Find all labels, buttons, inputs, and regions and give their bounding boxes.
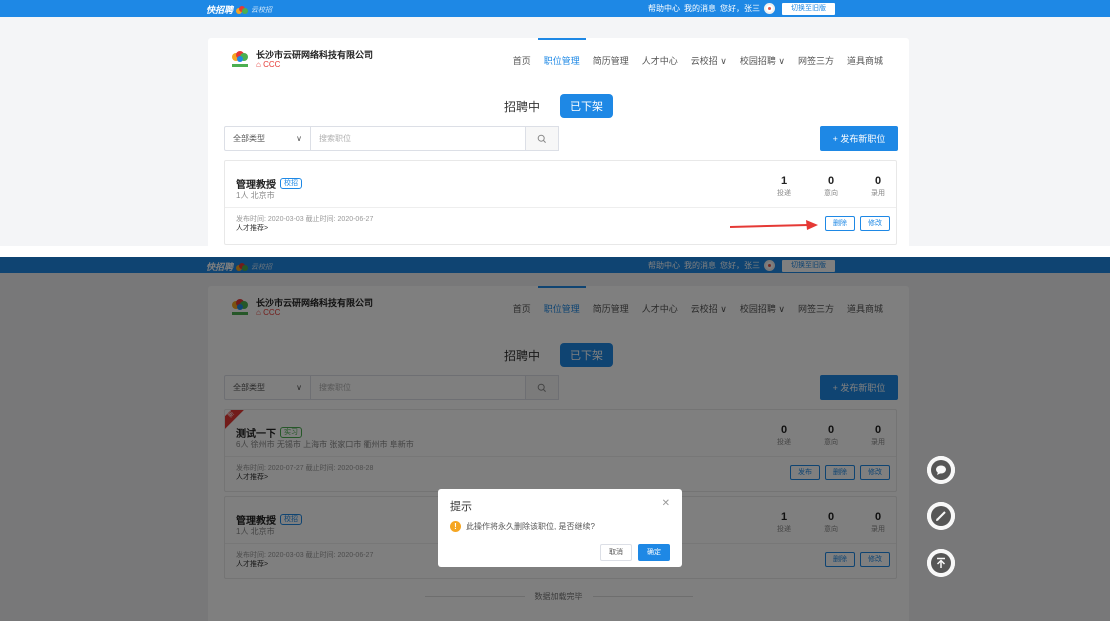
messages-link[interactable]: 我的消息 xyxy=(684,3,716,14)
dialog-message: 此操作将永久删除该职位, 是否继续? xyxy=(466,522,595,531)
job-tag: 校招 xyxy=(280,178,302,189)
nav-online-sign[interactable]: 网签三方 xyxy=(798,54,834,67)
search-icon xyxy=(537,134,546,143)
chat-float-button[interactable] xyxy=(927,456,955,484)
close-icon[interactable]: ✕ xyxy=(662,498,670,509)
stat-intent[interactable]: 0 意向 xyxy=(820,175,842,198)
dialog-title: 提示 xyxy=(450,501,472,513)
stat-label: 录用 xyxy=(871,190,885,197)
screenshot-top: 快招聘 云校招 帮助中心 我的消息 您好，张三 切换至旧版 长沙市云研网络科技有… xyxy=(0,0,1110,246)
screenshot-bottom: 快招聘 云校招 帮助中心 我的消息 您好，张三 切换至旧版 长沙市云研网络科技有… xyxy=(0,257,1110,621)
edit-float-button[interactable] xyxy=(927,502,955,530)
nav-talent-center[interactable]: 人才中心 xyxy=(642,54,678,67)
search-button[interactable] xyxy=(526,126,559,151)
chevron-down-icon: ∨ xyxy=(296,134,302,143)
avatar[interactable] xyxy=(764,3,775,14)
stat-value: 0 xyxy=(874,175,882,187)
nav-job-management[interactable]: 职位管理 xyxy=(537,38,586,67)
dialog-buttons: 取消 确定 xyxy=(600,544,670,561)
company-sub-text: CCC xyxy=(263,60,281,69)
job-title: 管理教授 xyxy=(236,180,276,191)
nav-home[interactable]: 首页 xyxy=(513,54,531,67)
publish-job-button[interactable]: + 发布新职位 xyxy=(820,126,898,151)
warning-icon: ! xyxy=(450,521,461,532)
top-bar: 快招聘 云校招 帮助中心 我的消息 您好，张三 切换至旧版 xyxy=(0,0,1110,17)
divider xyxy=(225,207,896,208)
greeting[interactable]: 您好，张三 xyxy=(720,3,760,14)
stat-value: 1 xyxy=(780,175,788,187)
job-stats: 1 投递 0 意向 0 录用 xyxy=(773,175,889,198)
top-links: 帮助中心 我的消息 您好，张三 切换至旧版 xyxy=(648,0,835,17)
job-filter: 全部类型 ∨ 搜索职位 xyxy=(224,126,559,151)
company-logo-icon xyxy=(232,51,248,67)
stat-label: 意向 xyxy=(824,190,838,197)
switch-version-button[interactable]: 切换至旧版 xyxy=(782,2,835,15)
chat-icon xyxy=(927,456,955,484)
job-meta: 1人 北京市 xyxy=(236,191,275,200)
nav-campus-recruit[interactable]: 校园招聘 ∨ xyxy=(740,54,785,67)
cancel-button[interactable]: 取消 xyxy=(600,544,632,561)
cloud-logo-icon xyxy=(236,5,249,14)
logo-text: 快招聘 xyxy=(206,5,234,15)
stat-label: 投递 xyxy=(777,190,791,197)
job-title-row[interactable]: 管理教授 校招 xyxy=(236,176,302,191)
help-link[interactable]: 帮助中心 xyxy=(648,3,680,14)
nav-resume-management[interactable]: 简历管理 xyxy=(593,54,629,67)
status-tabs: 招聘中 已下架 xyxy=(208,94,909,118)
back-to-top-button[interactable] xyxy=(927,549,955,577)
nav-cloud-recruit[interactable]: 云校招 ∨ xyxy=(691,54,727,67)
main-card: 长沙市云研网络科技有限公司 ⌂ CCC 首页 职位管理 简历管理 人才中心 云校… xyxy=(208,38,909,246)
delete-button[interactable]: 删除 xyxy=(825,216,855,231)
tab-recruiting[interactable]: 招聘中 xyxy=(504,98,540,115)
stat-hired[interactable]: 0 录用 xyxy=(867,175,889,198)
type-select[interactable]: 全部类型 ∨ xyxy=(224,126,311,151)
company-sub: ⌂ CCC xyxy=(256,60,281,69)
confirm-dialog: 提示 ✕ ! 此操作将永久删除该职位, 是否继续? 取消 确定 xyxy=(438,489,682,567)
annotation-arrow-icon xyxy=(730,220,818,230)
type-select-value: 全部类型 xyxy=(233,134,265,143)
dialog-message-row: ! 此操作将永久删除该职位, 是否继续? xyxy=(450,521,595,532)
stat-value: 0 xyxy=(827,175,835,187)
job-card: 管理教授 校招 1人 北京市 1投递 0意向 0录用 发布时间: 2020-03… xyxy=(224,160,897,245)
stat-applied[interactable]: 1 投递 xyxy=(773,175,795,198)
edit-button[interactable]: 修改 xyxy=(860,216,890,231)
logo-sub: 云校招 xyxy=(251,6,273,14)
arrow-up-icon xyxy=(927,549,955,577)
site-logo[interactable]: 快招聘 云校招 xyxy=(206,3,272,16)
tab-offline[interactable]: 已下架 xyxy=(560,94,613,118)
main-nav: 首页 职位管理 简历管理 人才中心 云校招 ∨ 校园招聘 ∨ 网签三方 道具商城 xyxy=(513,38,883,67)
talent-recommend-link[interactable]: 人才推荐> xyxy=(236,223,268,233)
job-actions: 删除 修改 xyxy=(825,216,890,231)
pencil-icon xyxy=(927,502,955,530)
search-input[interactable]: 搜索职位 xyxy=(311,126,526,151)
nav-shop[interactable]: 道具商城 xyxy=(847,54,883,67)
confirm-button[interactable]: 确定 xyxy=(638,544,670,561)
